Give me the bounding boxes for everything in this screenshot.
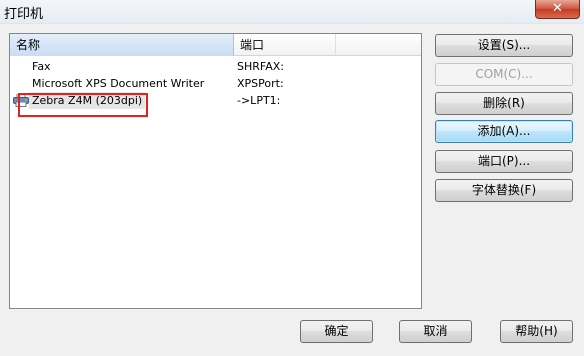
annotation-highlight-box bbox=[18, 93, 148, 117]
title-bar: 打印机 ✕ bbox=[0, 0, 584, 24]
add-button[interactable]: 添加(A)... bbox=[435, 120, 573, 143]
printer-port: SHRFAX: bbox=[237, 60, 284, 73]
close-icon: ✕ bbox=[552, 1, 563, 16]
printer-port: ->LPT1: bbox=[237, 94, 281, 107]
delete-button[interactable]: 删除(R) bbox=[435, 92, 573, 115]
list-item[interactable]: Microsoft XPS Document Writer XPSPort: bbox=[10, 75, 421, 92]
list-header: 名称 端口 bbox=[10, 34, 421, 56]
window-title: 打印机 bbox=[4, 7, 44, 22]
font-replace-button[interactable]: 字体替换(F) bbox=[435, 179, 573, 202]
list-item[interactable]: Fax SHRFAX: bbox=[10, 58, 421, 75]
printer-name: Fax bbox=[32, 60, 51, 73]
ok-button[interactable]: 确定 bbox=[300, 320, 373, 343]
port-button[interactable]: 端口(P)... bbox=[435, 150, 573, 173]
cancel-button[interactable]: 取消 bbox=[399, 320, 472, 343]
column-header-empty[interactable] bbox=[336, 34, 421, 56]
close-button[interactable]: ✕ bbox=[535, 0, 580, 19]
settings-button[interactable]: 设置(S)... bbox=[435, 34, 573, 57]
printer-list[interactable]: 名称 端口 Fax SHRFAX: Microsoft XPS Document… bbox=[9, 33, 422, 309]
column-header-port[interactable]: 端口 bbox=[234, 34, 336, 56]
help-button[interactable]: 帮助(H) bbox=[500, 320, 573, 343]
com-button[interactable]: COM(C)... bbox=[435, 63, 573, 86]
printer-name: Microsoft XPS Document Writer bbox=[32, 77, 205, 90]
printer-port: XPSPort: bbox=[237, 77, 284, 90]
column-header-name[interactable]: 名称 bbox=[10, 34, 234, 56]
